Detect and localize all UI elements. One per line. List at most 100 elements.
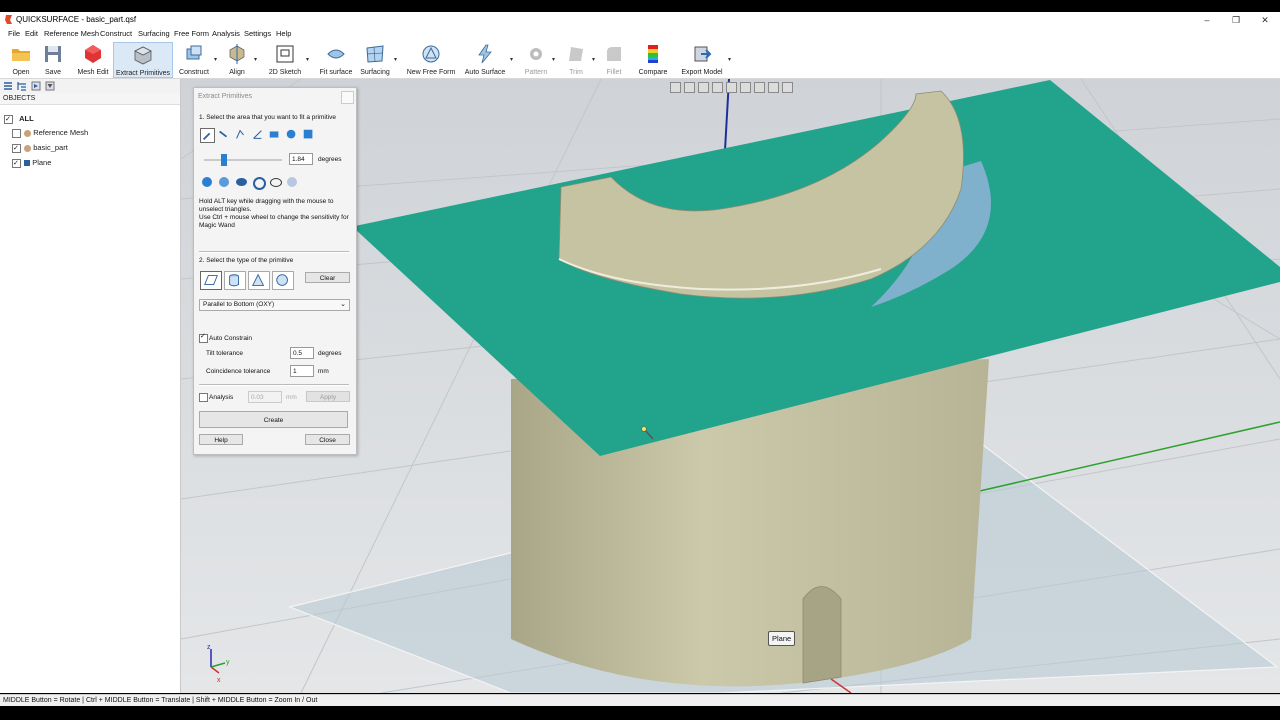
plane-checkbox[interactable] (12, 157, 21, 170)
sketch-dropdown-icon[interactable]: ▾ (306, 56, 309, 63)
view-transparency-icon[interactable] (782, 82, 793, 93)
clear-button[interactable]: Clear (305, 272, 350, 283)
close-window-button[interactable]: ✕ (1250, 13, 1280, 27)
app-icon (5, 15, 12, 24)
help-button[interactable]: Help (199, 434, 243, 445)
minimize-button[interactable]: – (1192, 13, 1222, 27)
trim-dropdown-icon[interactable]: ▾ (592, 56, 595, 63)
compare-button[interactable]: Compare (636, 42, 670, 78)
selection-mode-1-icon[interactable] (202, 177, 212, 187)
lightning-icon (478, 44, 492, 64)
menu-file[interactable]: File (8, 29, 20, 38)
tree-view-icon[interactable] (17, 81, 27, 91)
tree-item-basic-part[interactable]: basic_part (12, 141, 68, 155)
tree-item-basic-part-label: basic_part (33, 143, 68, 152)
construct-button[interactable]: Construct (176, 42, 212, 78)
filter-icon[interactable] (45, 81, 55, 91)
settings-gear-icon[interactable] (287, 177, 297, 187)
rectangle-select-button[interactable] (268, 128, 283, 143)
fillet-icon (607, 47, 621, 61)
angle-input[interactable]: 1.84 (289, 153, 313, 165)
angle-slider-track[interactable] (204, 159, 282, 161)
cone-primitive-button[interactable] (248, 271, 270, 290)
surfacing-button[interactable]: Surfacing (358, 42, 392, 78)
align-dropdown-icon[interactable]: ▾ (254, 56, 257, 63)
cylinder-primitive-button[interactable] (224, 271, 246, 290)
angle-unit: degrees (318, 156, 342, 163)
auto-surface-button[interactable]: Auto Surface (462, 42, 508, 78)
tilt-tolerance-input[interactable]: 0.5 (290, 347, 314, 359)
all-checkbox[interactable] (4, 113, 13, 126)
main-toolbar: Open Save Mesh Edit Extract Primitives C… (0, 40, 1280, 79)
sphere-primitive-button[interactable] (272, 271, 294, 290)
restore-button[interactable]: ❐ (1221, 13, 1251, 27)
dialog-close-icon[interactable] (341, 91, 354, 104)
fillet-button[interactable]: Fillet (602, 42, 626, 78)
selection-mode-4-icon[interactable] (253, 177, 266, 190)
menu-free-form[interactable]: Free Form (174, 29, 209, 38)
view-right-icon[interactable] (726, 82, 737, 93)
menu-settings[interactable]: Settings (244, 29, 271, 38)
menu-edit[interactable]: Edit (25, 29, 38, 38)
window-title: QUICKSURFACE - basic_part.qsf (16, 15, 137, 24)
pattern-button[interactable]: Pattern (522, 42, 550, 78)
extract-primitives-button[interactable]: Extract Primitives (113, 42, 173, 78)
list-view-icon[interactable] (3, 81, 13, 91)
open-button[interactable]: Open (6, 42, 36, 78)
menu-surfacing[interactable]: Surfacing (138, 29, 170, 38)
plane-primitive-button[interactable] (200, 271, 222, 290)
axis-x-label: x (217, 677, 221, 684)
trim-button[interactable]: Trim (564, 42, 588, 78)
tree-item-reference-mesh[interactable]: Reference Mesh (12, 126, 88, 139)
selection-mode-2-icon[interactable] (219, 177, 229, 187)
close-button[interactable]: Close (305, 434, 350, 445)
visibility-eye-icon[interactable] (270, 178, 282, 187)
brush-select-button[interactable] (217, 128, 232, 143)
new-free-form-button[interactable]: New Free Form (406, 42, 456, 78)
export-dropdown-icon[interactable]: ▾ (728, 56, 731, 63)
save-button[interactable]: Save (40, 42, 66, 78)
magic-wand-icon (641, 426, 647, 432)
orientation-select[interactable]: Parallel to Bottom (OXY) ⌄ (199, 299, 350, 311)
menu-analysis[interactable]: Analysis (212, 29, 240, 38)
basic-part-checkbox[interactable] (12, 142, 21, 155)
align-button[interactable]: Align (222, 42, 252, 78)
view-iso-icon[interactable] (768, 82, 779, 93)
expand-icon[interactable] (31, 81, 41, 91)
coincidence-tolerance-input[interactable]: 1 (290, 365, 314, 377)
fit-surface-button[interactable]: Fit surface (318, 42, 354, 78)
view-bottom-icon[interactable] (754, 82, 765, 93)
view-fit-icon[interactable] (670, 82, 681, 93)
polyline-select-button[interactable] (251, 128, 266, 143)
apply-button[interactable]: Apply (306, 391, 350, 402)
analysis-checkbox[interactable] (199, 393, 208, 402)
mesh-edit-button[interactable]: Mesh Edit (74, 42, 112, 78)
chevron-down-icon: ⌄ (340, 301, 346, 308)
export-model-button[interactable]: Export Model (678, 42, 726, 78)
auto-surface-dropdown-icon[interactable]: ▾ (510, 56, 513, 63)
auto-constrain-checkbox[interactable] (199, 332, 208, 343)
cube-select-button[interactable] (302, 128, 317, 143)
tree-item-all[interactable]: ALL (4, 112, 34, 126)
tree-item-plane[interactable]: Plane (12, 156, 51, 170)
view-top-icon[interactable] (698, 82, 709, 93)
reference-mesh-checkbox[interactable] (12, 128, 21, 138)
menu-reference-mesh[interactable]: Reference Mesh (44, 29, 99, 38)
angle-slider-thumb[interactable] (221, 154, 227, 166)
lasso-select-button[interactable] (234, 128, 249, 143)
view-front-icon[interactable] (684, 82, 695, 93)
analysis-input[interactable]: 0.03 (248, 391, 282, 403)
construct-dropdown-icon[interactable]: ▾ (214, 56, 217, 63)
menu-construct[interactable]: Construct (100, 29, 132, 38)
objects-toolbar (0, 79, 180, 94)
magic-wand-select-button[interactable] (200, 128, 215, 143)
view-left-icon[interactable] (712, 82, 723, 93)
sketch-2d-button[interactable]: 2D Sketch (266, 42, 304, 78)
menu-help[interactable]: Help (276, 29, 291, 38)
selection-mode-3-icon[interactable] (236, 178, 247, 186)
pattern-dropdown-icon[interactable]: ▾ (552, 56, 555, 63)
surfacing-dropdown-icon[interactable]: ▾ (394, 56, 397, 63)
view-back-icon[interactable] (740, 82, 751, 93)
circle-select-button[interactable] (285, 128, 300, 143)
create-button[interactable]: Create (199, 411, 348, 428)
